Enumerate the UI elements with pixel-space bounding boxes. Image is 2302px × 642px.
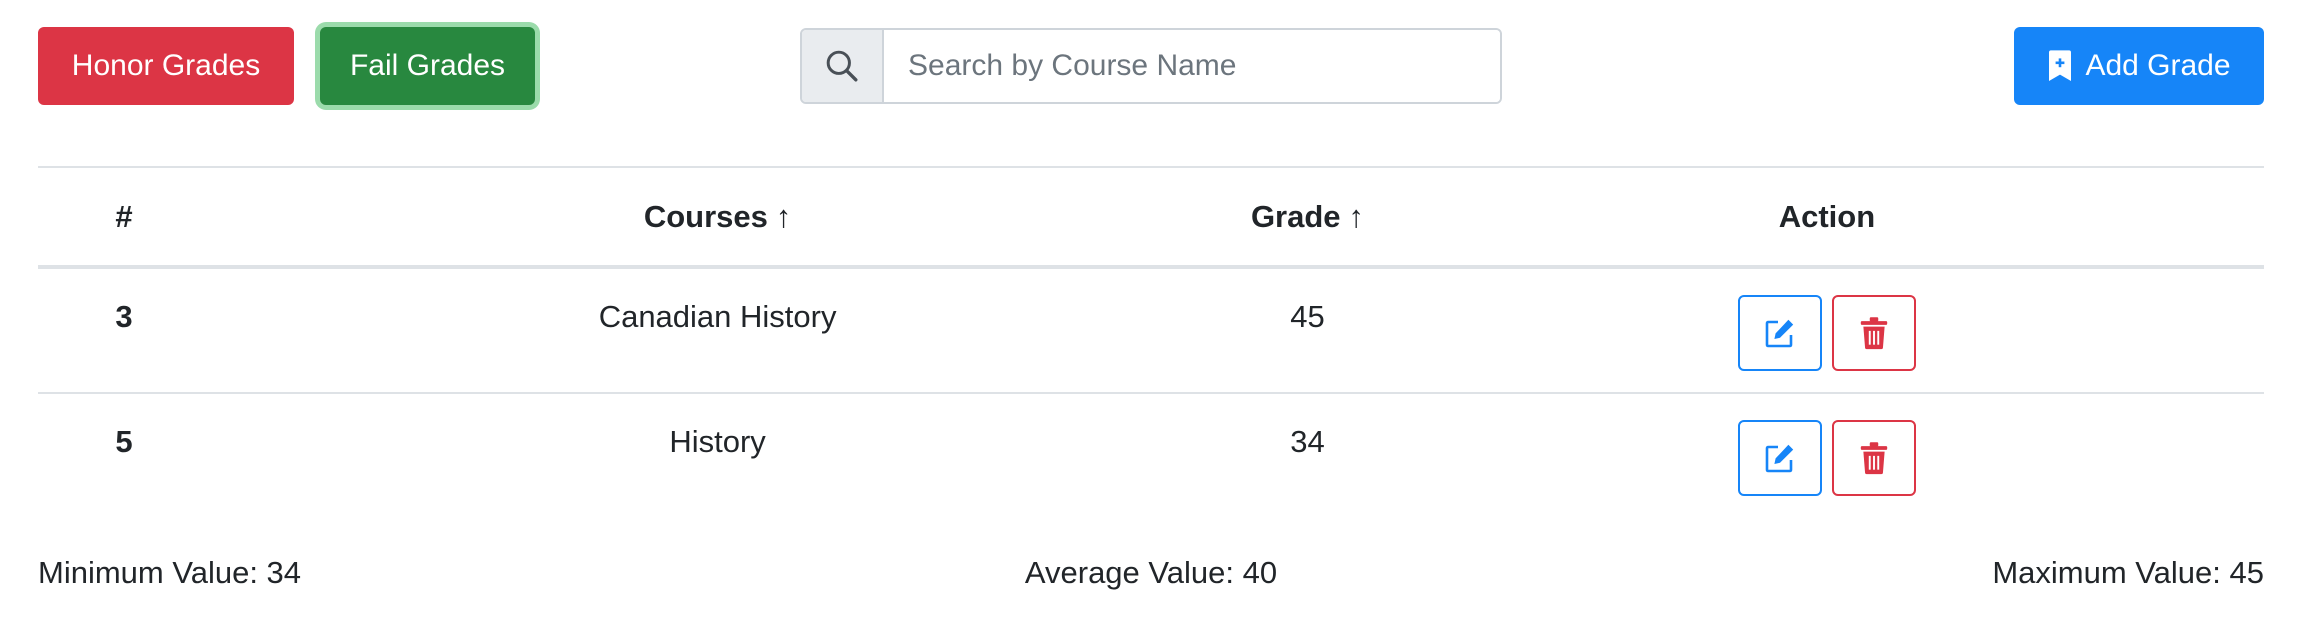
- header-grade-label: Grade: [1250, 198, 1341, 234]
- search-icon: [802, 30, 884, 102]
- row-actions: [1389, 267, 2264, 394]
- header-courses-label: Courses: [643, 198, 768, 234]
- bookmark-plus-icon: [2047, 50, 2073, 82]
- toolbar: Honor Grades Fail Grades Add Grade: [0, 0, 2302, 110]
- row-grade: 34: [1290, 424, 1325, 459]
- header-action: Action: [1389, 166, 2264, 269]
- trash-icon: [1860, 442, 1888, 475]
- row-course: Canadian History: [210, 267, 1226, 394]
- table-row: 5 History 34: [38, 393, 2264, 519]
- table-header-row: # Courses ↑ Grade ↑ Action: [38, 166, 2264, 269]
- delete-button[interactable]: [1831, 295, 1916, 371]
- edit-button[interactable]: [1737, 420, 1822, 496]
- row-actions: [1390, 393, 2264, 519]
- sort-arrow-up-icon[interactable]: ↑: [776, 199, 792, 234]
- grades-table: # Courses ↑ Grade ↑ Action 3 Canadian Hist…: [38, 166, 2264, 519]
- row-grade: 45: [1225, 267, 1390, 394]
- header-number: #: [38, 166, 211, 269]
- pencil-square-icon: [1765, 444, 1794, 473]
- header-courses[interactable]: Courses ↑: [210, 166, 1226, 269]
- row-course: History: [669, 424, 766, 459]
- delete-button[interactable]: [1831, 420, 1916, 496]
- sort-arrow-up-icon[interactable]: ↑: [1349, 199, 1365, 234]
- grades-table-container: # Courses ↑ Grade ↑ Action 3 Canadian Hist…: [38, 166, 2264, 519]
- search-group: [800, 28, 1502, 104]
- trash-icon: [1860, 317, 1888, 350]
- edit-button[interactable]: [1737, 295, 1822, 371]
- honor-grades-button[interactable]: Honor Grades: [38, 27, 294, 105]
- add-grade-button[interactable]: Add Grade: [2014, 27, 2264, 105]
- header-grade[interactable]: Grade ↑: [1225, 166, 1390, 269]
- pencil-square-icon: [1765, 319, 1794, 348]
- table-row: 3 Canadian History 45: [38, 267, 2264, 394]
- row-number: 5: [115, 424, 133, 459]
- maximum-value: Maximum Value: 45: [1992, 555, 2264, 590]
- row-number: 3: [38, 267, 211, 394]
- action-buttons: [1390, 295, 2264, 371]
- fail-grades-button[interactable]: Fail Grades: [320, 27, 535, 105]
- search-input[interactable]: [884, 30, 1500, 102]
- average-value: Average Value: 40: [1024, 555, 1278, 590]
- grade-statistics: Minimum Value: 34 Average Value: 40 Maxi…: [38, 555, 2264, 595]
- action-buttons: [1390, 420, 2264, 496]
- add-grade-label: Add Grade: [2085, 49, 2231, 82]
